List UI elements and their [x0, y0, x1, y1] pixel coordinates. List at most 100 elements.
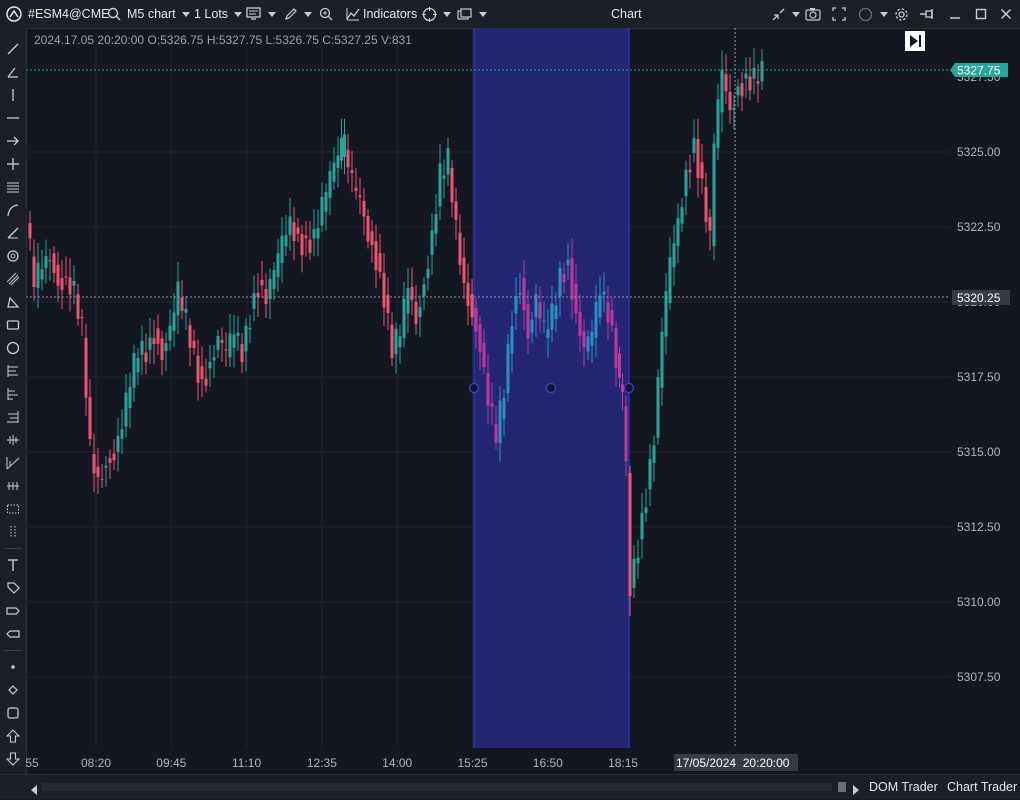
selection-handle-left[interactable] [468, 382, 480, 394]
candle-body [426, 268, 430, 279]
ray-icon[interactable] [4, 224, 22, 242]
candle-body [140, 340, 144, 355]
dom-trader-button[interactable]: DOM Trader [869, 775, 938, 799]
arrow-up-icon[interactable] [4, 727, 22, 745]
candle-body [618, 353, 621, 378]
candle-body [244, 325, 248, 352]
price-axis[interactable]: 5327.505325.005322.505320.005317.505315.… [957, 70, 1001, 684]
candle-body [712, 143, 716, 247]
crosshair-icon[interactable] [421, 6, 437, 22]
magnifier-icon[interactable] [4, 247, 22, 265]
arrow-down-icon[interactable] [4, 750, 22, 768]
tag-icon[interactable] [4, 579, 22, 597]
indicators-button[interactable]: Indicators [363, 0, 417, 28]
parallel-lines-icon[interactable] [4, 178, 22, 196]
candle-body [748, 76, 752, 91]
triangle-icon[interactable] [4, 293, 22, 311]
trend-line-icon[interactable] [4, 40, 22, 58]
chevron-down-icon[interactable] [880, 12, 888, 17]
curve-icon[interactable] [4, 201, 22, 219]
time-tick-label: 55 [26, 756, 39, 770]
time-cycles-icon[interactable] [4, 477, 22, 495]
diamond-icon[interactable] [4, 681, 22, 699]
ellipse-icon[interactable] [4, 339, 22, 357]
dotted-vertical-icon[interactable] [4, 523, 22, 541]
scroll-left-icon[interactable] [30, 782, 38, 800]
candle-body [36, 262, 40, 288]
candle-body [260, 280, 264, 286]
candle-body [374, 241, 378, 271]
collapse-arrows-icon[interactable] [770, 6, 786, 22]
selection-handle-center[interactable] [545, 382, 557, 394]
candle-body [402, 298, 406, 338]
camera-icon[interactable] [805, 6, 821, 22]
angle-line-icon[interactable] [4, 63, 22, 81]
scroll-to-end-button[interactable] [905, 31, 925, 51]
fib-levels-icon[interactable] [4, 408, 22, 426]
horizontal-scrollbar[interactable] [42, 783, 832, 791]
candle-body [128, 387, 132, 409]
candle-body [510, 326, 514, 354]
lots-dropdown[interactable]: 1 Lots [194, 0, 243, 28]
gear-icon[interactable] [893, 6, 909, 22]
square-icon[interactable] [4, 704, 22, 722]
zoom-in-icon[interactable] [318, 6, 334, 22]
pin-icon[interactable] [919, 6, 935, 22]
close-icon[interactable] [998, 6, 1014, 22]
time-axis[interactable]: 55 08:20 09:45 11:10 12:35 14:00 15:25 16:50 18:… [26, 756, 638, 770]
chevron-down-icon[interactable] [443, 12, 451, 17]
candle-body [156, 328, 160, 344]
price-chart[interactable]: 5327.505325.005322.505320.005317.505315.… [26, 28, 1020, 774]
pencil-icon[interactable] [283, 6, 299, 22]
fib-extension-icon[interactable] [4, 385, 22, 403]
vertical-line-icon[interactable] [4, 86, 22, 104]
chevron-down-icon[interactable] [304, 12, 312, 17]
chart-trader-button[interactable]: Chart Trader [947, 775, 1017, 799]
candle-body [606, 302, 610, 323]
time-tick-label: 12:35 [307, 756, 337, 770]
chevron-down-icon[interactable] [792, 12, 800, 17]
candle-body [148, 337, 152, 350]
candle-body [490, 402, 494, 407]
text-icon[interactable] [4, 556, 22, 574]
candle-body [720, 69, 724, 113]
chevron-down-icon[interactable] [479, 12, 487, 17]
price-label-icon[interactable] [4, 602, 22, 620]
indicators-icon[interactable] [345, 6, 361, 22]
template-icon[interactable] [246, 6, 262, 22]
channel-icon[interactable] [4, 270, 22, 288]
chevron-down-icon [181, 11, 190, 17]
scrollbar-thumb[interactable] [838, 782, 846, 792]
candle-body [442, 175, 446, 179]
cross-line-icon[interactable] [4, 155, 22, 173]
dotted-rectangle-icon[interactable] [4, 500, 22, 518]
minimize-icon[interactable] [947, 6, 963, 22]
price-label-left-icon[interactable] [4, 625, 22, 643]
fib-retracement-icon[interactable] [4, 362, 22, 380]
theme-circle-icon[interactable] [857, 6, 873, 22]
candle-body [340, 138, 343, 161]
symbol-label[interactable]: #ESM4@CME [28, 0, 109, 28]
scroll-right-icon[interactable] [852, 782, 860, 800]
gann-icon[interactable] [4, 454, 22, 472]
candle-body [566, 259, 570, 266]
candle-body [708, 216, 712, 231]
chevron-down-icon [234, 11, 243, 17]
pitchfork-icon[interactable] [4, 431, 22, 449]
search-icon[interactable] [106, 6, 122, 22]
candle-body [664, 291, 668, 337]
chevron-down-icon[interactable] [268, 12, 276, 17]
windows-icon[interactable] [456, 6, 472, 22]
maximize-icon[interactable] [973, 6, 989, 22]
candle-body [284, 235, 288, 247]
dot-icon[interactable] [4, 658, 22, 676]
horizontal-line-icon[interactable] [4, 109, 22, 127]
arrow-right-icon[interactable] [4, 132, 22, 150]
candle-body [48, 260, 52, 262]
chart-type-dropdown[interactable]: M5 chart [127, 0, 190, 28]
selection-handle-right[interactable] [623, 382, 635, 394]
rectangle-icon[interactable] [4, 316, 22, 334]
candle-body [518, 292, 522, 295]
app-logo-icon [6, 6, 22, 22]
fullscreen-icon[interactable] [831, 6, 847, 22]
